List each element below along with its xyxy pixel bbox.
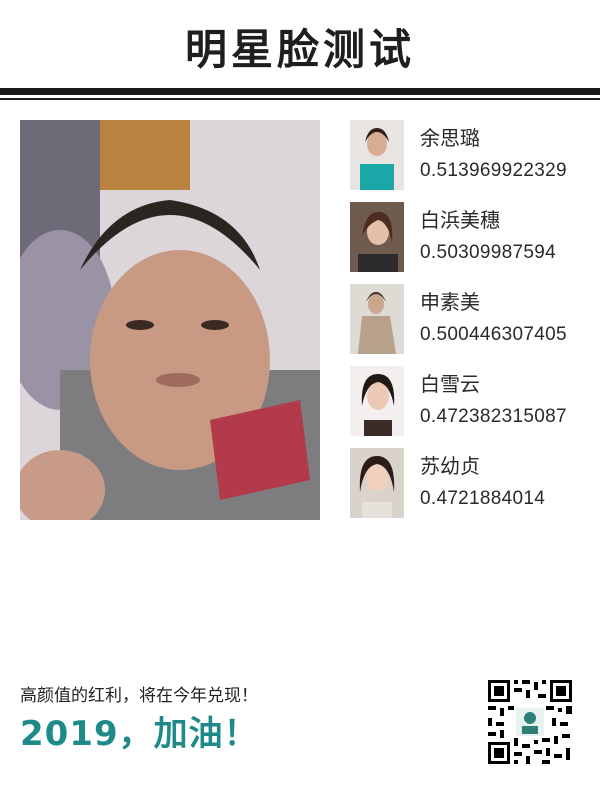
match-item[interactable]: 苏幼贞 0.4721884014 <box>350 448 590 530</box>
match-thumbnail <box>350 202 404 272</box>
header-divider-thin <box>0 98 600 100</box>
footer-cheer: 2019，加油！ <box>20 714 259 754</box>
match-thumbnail <box>350 284 404 354</box>
match-score: 0.50309987594 <box>420 242 556 263</box>
match-list: 余思璐 0.513969922329 白浜美穗 0.50309987594 申素… <box>350 120 590 530</box>
match-name: 申素美 <box>420 290 480 314</box>
page-title: 明星脸测试 <box>184 25 415 74</box>
header-divider-thick <box>0 88 600 95</box>
match-name: 余思璐 <box>420 126 480 150</box>
match-name: 苏幼贞 <box>420 454 480 478</box>
match-score: 0.513969922329 <box>420 160 567 181</box>
match-score: 0.500446307405 <box>420 324 567 345</box>
match-score: 0.472382315087 <box>420 406 567 427</box>
footer-slogan: 高颜值的红利，将在今年兑现！ <box>20 686 258 706</box>
qr-code-icon[interactable] <box>486 678 574 766</box>
match-name: 白浜美穗 <box>420 208 500 232</box>
match-item[interactable]: 申素美 0.500446307405 <box>350 284 590 366</box>
match-score: 0.4721884014 <box>420 488 546 509</box>
match-thumbnail <box>350 120 404 190</box>
match-thumbnail <box>350 448 404 518</box>
match-item[interactable]: 余思璐 0.513969922329 <box>350 120 590 202</box>
match-item[interactable]: 白雪云 0.472382315087 <box>350 366 590 448</box>
match-item[interactable]: 白浜美穗 0.50309987594 <box>350 202 590 284</box>
match-name: 白雪云 <box>420 372 480 396</box>
user-face-photo <box>20 120 320 520</box>
match-thumbnail <box>350 366 404 436</box>
